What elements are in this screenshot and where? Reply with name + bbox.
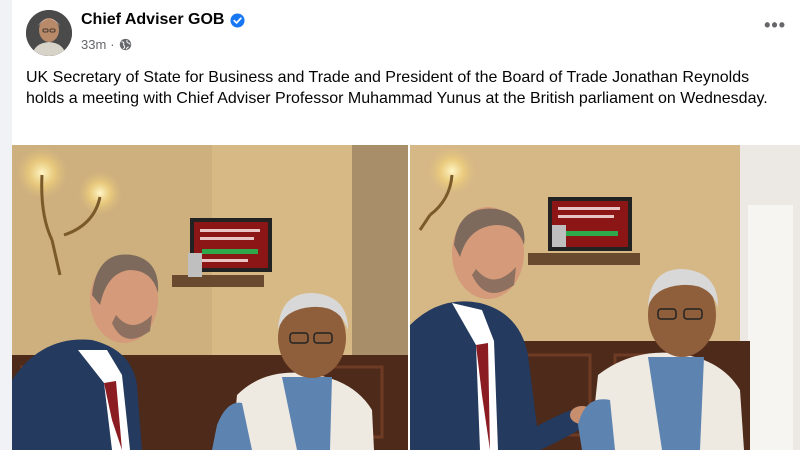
author-name[interactable]: Chief Adviser GOB xyxy=(81,11,224,29)
post-timestamp[interactable]: 33m xyxy=(81,37,106,52)
facebook-post: Chief Adviser GOB 33m · ••• UK Secretary… xyxy=(12,0,800,450)
photo-grid xyxy=(12,145,800,450)
post-meta: 33m · xyxy=(81,37,132,52)
meeting-photo-2[interactable] xyxy=(410,145,800,450)
meeting-photo-1[interactable] xyxy=(12,145,408,450)
author-name-row: Chief Adviser GOB xyxy=(81,11,245,29)
post-caption: UK Secretary of State for Business and T… xyxy=(26,69,768,107)
verified-badge-icon xyxy=(230,12,245,28)
more-options-icon[interactable]: ••• xyxy=(764,16,786,34)
meta-separator: · xyxy=(110,37,115,52)
globe-icon[interactable] xyxy=(119,38,132,51)
author-avatar[interactable] xyxy=(26,10,72,56)
